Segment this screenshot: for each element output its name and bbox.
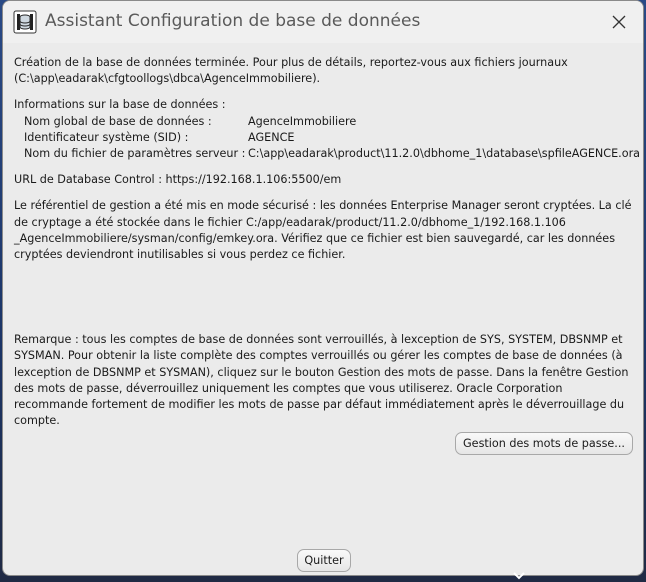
password-management-button[interactable]: Gestion des mots de passe... (455, 432, 633, 455)
close-button[interactable] (595, 1, 643, 43)
info-row-spfile: Nom du fichier de paramètres serveur : C… (14, 146, 641, 162)
creation-complete-message: Création de la base de données terminée.… (14, 56, 568, 86)
info-label: Nom global de base de données : (24, 114, 212, 128)
info-value: C:\app\eadarak\product\11.2.0\dbhome_1\d… (248, 146, 641, 160)
dialog-content: Création de la base de données terminée.… (14, 55, 641, 429)
info-label: Nom du fichier de paramètres serveur : (24, 146, 246, 160)
info-value: AGENCE (248, 130, 295, 144)
security-message: Le référentiel de gestion a été mis en m… (14, 199, 632, 261)
cursor-icon (513, 572, 525, 580)
quit-button[interactable]: Quitter (297, 549, 351, 572)
remark-message: Remarque : tous les comptes de base de d… (14, 333, 629, 428)
info-value: AgenceImmobiliere (248, 114, 357, 128)
info-label: Identificateur système (SID) : (24, 130, 189, 144)
database-control-url: URL de Database Control : https://192.16… (14, 173, 342, 187)
dbca-dialog-window: Assistant Configuration de base de donné… (2, 0, 644, 576)
info-heading: Informations sur la base de données : (14, 98, 226, 112)
close-icon (612, 15, 626, 29)
database-config-icon (13, 10, 37, 34)
info-row-global-name: Nom global de base de données : AgenceIm… (14, 114, 638, 130)
info-row-sid: Identificateur système (SID) : AGENCE (14, 130, 638, 146)
title-bar[interactable]: Assistant Configuration de base de donné… (3, 1, 643, 43)
window-title: Assistant Configuration de base de donné… (45, 11, 421, 31)
